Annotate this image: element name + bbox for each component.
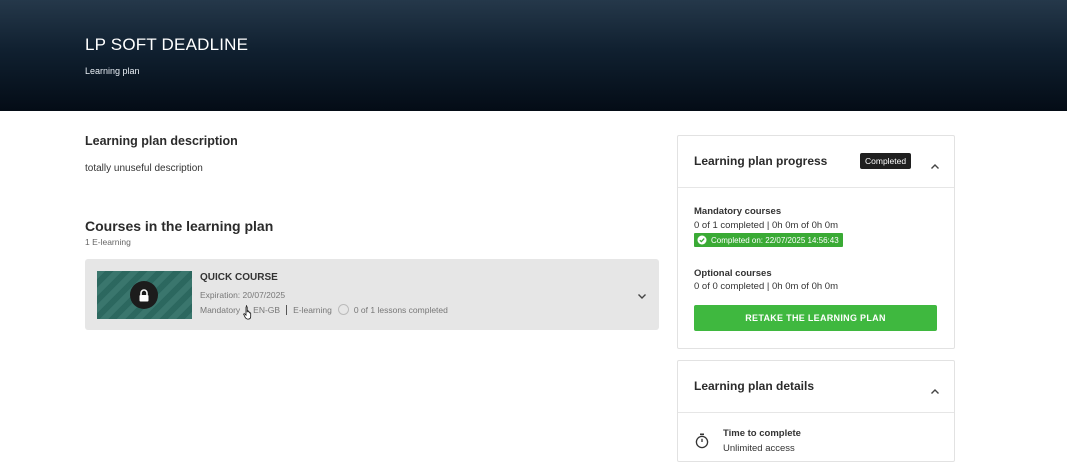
details-panel-header[interactable]: Learning plan details <box>678 361 954 413</box>
course-thumbnail <box>97 271 192 319</box>
optional-label: Optional courses <box>694 268 772 279</box>
details-panel: Learning plan details Time to complete U… <box>677 360 955 462</box>
optional-value: 0 of 0 completed | 0h 0m of 0h 0m <box>694 281 838 292</box>
description-text: totally unuseful description <box>85 163 203 174</box>
time-to-complete-label: Time to complete <box>723 428 801 439</box>
lock-icon <box>130 281 158 309</box>
mandatory-value: 0 of 1 completed | 0h 0m of 0h 0m <box>694 220 838 231</box>
progress-title: Learning plan progress <box>694 154 828 168</box>
course-lessons: 0 of 1 lessons completed <box>353 304 448 315</box>
retake-button[interactable]: RETAKE THE LEARNING PLAN <box>694 305 937 331</box>
chevron-up-icon[interactable] <box>930 382 940 400</box>
stopwatch-icon <box>695 433 709 454</box>
course-type: Mandatory <box>200 304 241 315</box>
completed-on-text: Completed on: 22/07/2025 14:56:43 <box>711 235 839 245</box>
divider <box>286 304 288 315</box>
chevron-up-icon[interactable] <box>930 157 940 175</box>
status-badge: Completed <box>860 153 912 169</box>
course-meta: Mandatory EN-GB E-learning 0 of 1 lesson… <box>200 304 448 315</box>
completed-on-tag: Completed on: 22/07/2025 14:56:43 <box>694 233 843 247</box>
courses-heading: Courses in the learning plan <box>85 218 274 234</box>
lesson-progress-icon <box>337 304 349 315</box>
course-format: E-learning <box>293 304 332 315</box>
page-subtitle: Learning plan <box>85 66 140 76</box>
details-title: Learning plan details <box>694 379 815 393</box>
course-language: EN-GB <box>253 304 281 315</box>
progress-panel-header[interactable]: Learning plan progress Completed <box>678 136 954 188</box>
course-expiration: Expiration: 20/07/2025 <box>200 290 286 300</box>
page-hero: LP SOFT DEADLINE Learning plan <box>0 0 1067 111</box>
progress-panel: Learning plan progress Completed Mandato… <box>677 135 955 349</box>
course-card[interactable]: QUICK COURSE Expiration: 20/07/2025 Mand… <box>85 259 659 330</box>
hand-cursor-icon <box>243 306 254 325</box>
description-heading: Learning plan description <box>85 134 238 148</box>
check-circle-icon <box>697 235 707 245</box>
mandatory-label: Mandatory courses <box>694 206 782 217</box>
time-to-complete-value: Unlimited access <box>723 443 795 454</box>
chevron-down-icon[interactable] <box>637 287 647 305</box>
page-title: LP SOFT DEADLINE <box>85 35 249 54</box>
courses-count: 1 E-learning <box>85 237 131 247</box>
course-name[interactable]: QUICK COURSE <box>200 272 278 283</box>
